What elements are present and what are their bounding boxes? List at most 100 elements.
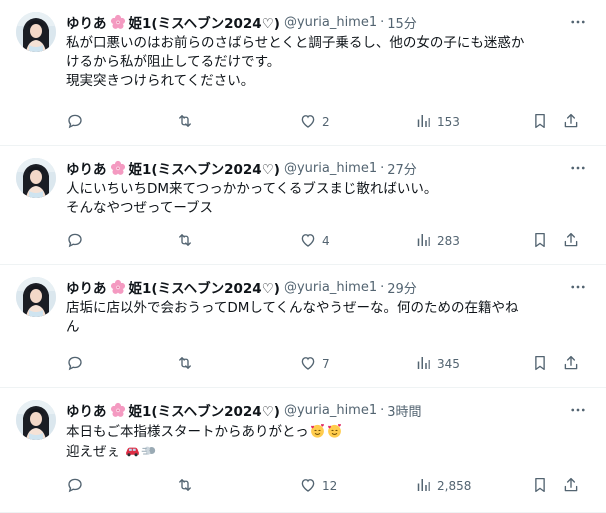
share-button[interactable]	[562, 476, 580, 497]
like-count: 7	[322, 357, 330, 371]
views-chart-icon	[414, 354, 432, 375]
heart-icon	[299, 231, 317, 252]
display-name[interactable]: ゆりあ	[66, 12, 107, 32]
tweet[interactable]: ゆりあ 姫1(ミスヘブン2024♡) @yuria_hime1 · 3時間本日もご本指様…	[0, 388, 606, 513]
share-button[interactable]	[562, 112, 580, 133]
heart-icon	[299, 476, 317, 497]
bookmark-icon	[531, 112, 549, 133]
reply-button[interactable]	[66, 112, 89, 133]
display-name[interactable]: ゆりあ	[66, 158, 107, 178]
avatar[interactable]	[16, 12, 56, 52]
cherry-blossom-icon	[110, 402, 126, 418]
views-button[interactable]: 345	[414, 354, 460, 375]
bookmark-button[interactable]	[531, 231, 549, 252]
reply-icon	[66, 476, 84, 497]
more-horizontal-icon[interactable]	[566, 158, 590, 178]
like-button[interactable]: 4	[299, 231, 330, 252]
avatar[interactable]	[16, 158, 56, 198]
like-button[interactable]: 12	[299, 476, 337, 497]
reply-icon	[66, 112, 84, 133]
timestamp[interactable]: 27分	[387, 159, 417, 178]
share-button[interactable]	[562, 231, 580, 252]
heart-icon	[299, 354, 317, 375]
bookmark-button[interactable]	[531, 354, 549, 375]
bookmark-icon	[531, 354, 549, 375]
tweet-header: ゆりあ 姫1(ミスヘブン2024♡) @yuria_hime1 · 15分	[66, 12, 590, 33]
retweet-icon	[176, 112, 194, 133]
views-button[interactable]: 153	[414, 112, 460, 133]
display-name-suffix[interactable]: 姫1(ミスヘブン2024♡)	[129, 400, 280, 420]
like-button[interactable]: 7	[299, 354, 330, 375]
share-icon	[562, 112, 580, 133]
like-count: 2	[322, 115, 330, 129]
retweet-button[interactable]	[176, 476, 199, 497]
timestamp[interactable]: 29分	[387, 278, 417, 297]
more-horizontal-icon[interactable]	[566, 12, 590, 32]
view-count: 2,858	[437, 479, 472, 493]
tweet-text-line: 迎えぜぇ	[66, 444, 120, 460]
share-button[interactable]	[562, 354, 580, 375]
retweet-button[interactable]	[176, 354, 199, 375]
car-icon	[126, 447, 140, 457]
smiling-face-with-hearts-icon-2	[327, 424, 341, 438]
tweet[interactable]: ゆりあ 姫1(ミスヘブン2024♡) @yuria_hime1 · 15分私が口悪いのは…	[0, 0, 606, 146]
retweet-button[interactable]	[176, 231, 199, 252]
tweet-actions: 7 345	[66, 352, 594, 376]
separator-dot: ·	[380, 14, 385, 30]
display-name[interactable]: ゆりあ	[66, 277, 107, 297]
separator-dot: ·	[380, 402, 385, 418]
tweet-text-line: 現実突きつけられてください。	[66, 73, 255, 89]
tweet-text: 本日もご本指様スタートからありがとっ 迎えぜぇ	[66, 422, 590, 462]
reply-button[interactable]	[66, 231, 89, 252]
user-handle[interactable]: @yuria_hime1	[284, 15, 377, 30]
timestamp[interactable]: 3時間	[387, 401, 421, 420]
tweet[interactable]: ゆりあ 姫1(ミスヘブン2024♡) @yuria_hime1 · 27分 人にいちいちD…	[0, 146, 606, 265]
display-name-suffix[interactable]: 姫1(ミスヘブン2024♡)	[129, 158, 280, 178]
tweet-text-line: そんなやつぜってーブス	[66, 200, 214, 216]
timeline-feed: ゆりあ 姫1(ミスヘブン2024♡) @yuria_hime1 · 15分 私が口悪いのは…	[0, 0, 606, 513]
tweet-text-line: 人にいちいちDM来てつっかかってくるブスまじ散ればいい。	[66, 181, 438, 197]
cherry-blossom-icon	[110, 279, 126, 295]
reply-button[interactable]	[66, 476, 89, 497]
views-button[interactable]: 283	[414, 231, 460, 252]
tweet-text-line: けるから私が阻止してるだけです。	[66, 54, 281, 70]
bookmark-button[interactable]	[531, 112, 549, 133]
smiling-face-with-hearts-icon	[310, 424, 324, 438]
more-horizontal-icon[interactable]	[566, 277, 590, 297]
display-name-suffix[interactable]: 姫1(ミスヘブン2024♡)	[129, 12, 280, 32]
view-count: 345	[437, 357, 460, 371]
timestamp[interactable]: 15分	[387, 13, 417, 32]
tweet-header: ゆりあ 姫1(ミスヘブン2024♡) @yuria_hime1 · 27分	[66, 158, 590, 179]
views-button[interactable]: 2,858	[414, 476, 471, 497]
retweet-icon	[176, 476, 194, 497]
share-icon	[562, 354, 580, 375]
like-count: 12	[322, 479, 338, 493]
view-count: 153	[437, 115, 460, 129]
retweet-button[interactable]	[176, 112, 199, 133]
view-count: 283	[437, 234, 460, 248]
bookmark-button[interactable]	[531, 476, 549, 497]
dash-icon	[142, 446, 156, 455]
share-icon	[562, 231, 580, 252]
tweet-text: 人にいちいちDM来てつっかかってくるブスまじ散ればいい。 そんなやつぜってーブス	[66, 180, 590, 218]
reply-button[interactable]	[66, 354, 89, 375]
avatar[interactable]	[16, 277, 56, 317]
share-icon	[562, 476, 580, 497]
tweet-text-line: 私が口悪いのはお前らのさばらせとくと調子乗るし、他の女の子にも迷惑か	[66, 35, 525, 51]
user-handle[interactable]: @yuria_hime1	[284, 280, 377, 295]
more-horizontal-icon[interactable]	[566, 400, 590, 420]
user-handle[interactable]: @yuria_hime1	[284, 403, 377, 418]
display-name[interactable]: ゆりあ	[66, 400, 107, 420]
tweet-header: ゆりあ 姫1(ミスヘブン2024♡) @yuria_hime1 · 3時間	[66, 400, 590, 421]
avatar[interactable]	[16, 400, 56, 440]
reply-icon	[66, 354, 84, 375]
views-chart-icon	[414, 476, 432, 497]
user-handle[interactable]: @yuria_hime1	[284, 161, 377, 176]
display-name-suffix[interactable]: 姫1(ミスヘブン2024♡)	[129, 277, 280, 297]
like-button[interactable]: 2	[299, 112, 330, 133]
views-chart-icon	[414, 112, 432, 133]
tweet-text: 店垢に店以外で会おうってDMしてくんなやうぜーな。何のための在籍やねん	[66, 299, 590, 337]
bookmark-icon	[531, 231, 549, 252]
tweet[interactable]: ゆりあ 姫1(ミスヘブン2024♡) @yuria_hime1 · 29分 店垢に店以外で…	[0, 265, 606, 388]
retweet-icon	[176, 354, 194, 375]
